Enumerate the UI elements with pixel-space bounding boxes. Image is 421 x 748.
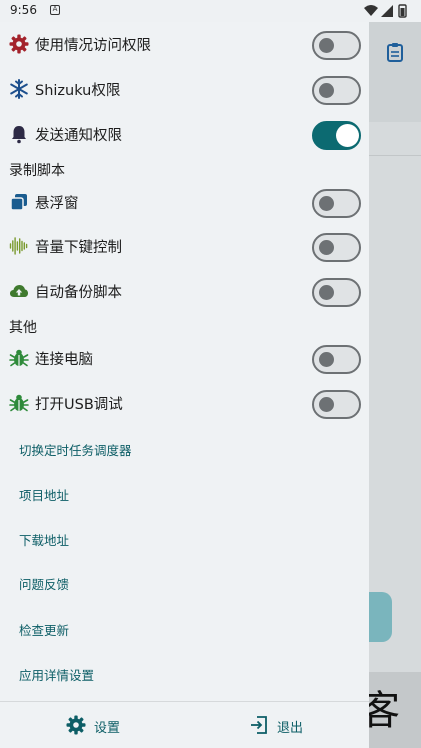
notification-badge: A — [50, 5, 60, 15]
gear-icon — [9, 34, 29, 54]
section-record-script: 录制脚本 — [9, 163, 65, 179]
notification-permission-toggle[interactable] — [312, 121, 361, 150]
feedback-link[interactable]: 问题反馈 — [19, 574, 69, 593]
auto-backup-toggle[interactable] — [312, 278, 361, 307]
usb-debug-row[interactable]: 打开USB调试 — [0, 383, 369, 423]
auto-backup-row[interactable]: 自动备份脚本 — [0, 271, 369, 311]
signal-icon — [381, 5, 393, 17]
project-url-link[interactable]: 项目地址 — [19, 485, 69, 504]
app-details-link[interactable]: 应用详情设置 — [19, 665, 94, 684]
snowflake-icon — [10, 79, 28, 99]
status-icons — [364, 4, 407, 18]
usage-access-label: 使用情况访问权限 — [35, 38, 151, 54]
notification-permission-label: 发送通知权限 — [35, 128, 122, 144]
shizuku-row[interactable]: Shizuku权限 — [0, 69, 369, 109]
section-other: 其他 — [9, 320, 37, 336]
switch-scheduler-link[interactable]: 切换定时任务调度器 — [19, 440, 132, 459]
wifi-icon — [364, 5, 378, 16]
sound-wave-icon — [9, 237, 28, 255]
floating-window-toggle[interactable] — [312, 189, 361, 218]
exit-button[interactable]: 退出 — [249, 705, 329, 745]
connect-pc-label: 连接电脑 — [35, 352, 93, 368]
usb-debug-toggle[interactable] — [312, 390, 361, 419]
exit-label: 退出 — [277, 721, 304, 736]
cloud-upload-icon — [10, 285, 28, 297]
volume-down-row[interactable]: 音量下键控制 — [0, 226, 369, 266]
volume-down-label: 音量下键控制 — [35, 240, 122, 256]
shizuku-toggle[interactable] — [312, 76, 361, 105]
bottom-divider — [0, 701, 369, 702]
floating-window-label: 悬浮窗 — [35, 196, 79, 212]
shizuku-label: Shizuku权限 — [35, 83, 121, 99]
status-bar: 9:56 A — [0, 0, 421, 22]
exit-icon — [251, 716, 267, 734]
floating-window-row[interactable]: 悬浮窗 — [0, 182, 369, 222]
gear-icon — [66, 715, 86, 735]
check-update-link[interactable]: 检查更新 — [19, 620, 69, 639]
connect-pc-row[interactable]: 连接电脑 — [0, 338, 369, 378]
connect-pc-toggle[interactable] — [312, 345, 361, 374]
auto-backup-label: 自动备份脚本 — [35, 285, 122, 301]
floating-window-icon — [10, 194, 27, 211]
navigation-drawer: 使用情况访问权限 Shizuku权限 发送通知权限 录制脚本 悬浮窗 音量下键控… — [0, 22, 369, 748]
usb-debug-label: 打开USB调试 — [35, 397, 123, 413]
volume-down-toggle[interactable] — [312, 233, 361, 262]
bug-icon — [9, 394, 29, 412]
usage-access-toggle[interactable] — [312, 31, 361, 60]
usage-access-row[interactable]: 使用情况访问权限 — [0, 24, 369, 64]
bell-icon — [12, 126, 26, 144]
settings-button[interactable]: 设置 — [66, 705, 146, 745]
clipboard-icon[interactable] — [386, 42, 404, 62]
status-time: 9:56 — [10, 3, 37, 17]
background-divider — [368, 155, 421, 156]
download-url-link[interactable]: 下载地址 — [19, 530, 69, 549]
settings-label: 设置 — [94, 721, 121, 736]
bug-icon — [9, 349, 29, 367]
notification-permission-row[interactable]: 发送通知权限 — [0, 114, 369, 154]
